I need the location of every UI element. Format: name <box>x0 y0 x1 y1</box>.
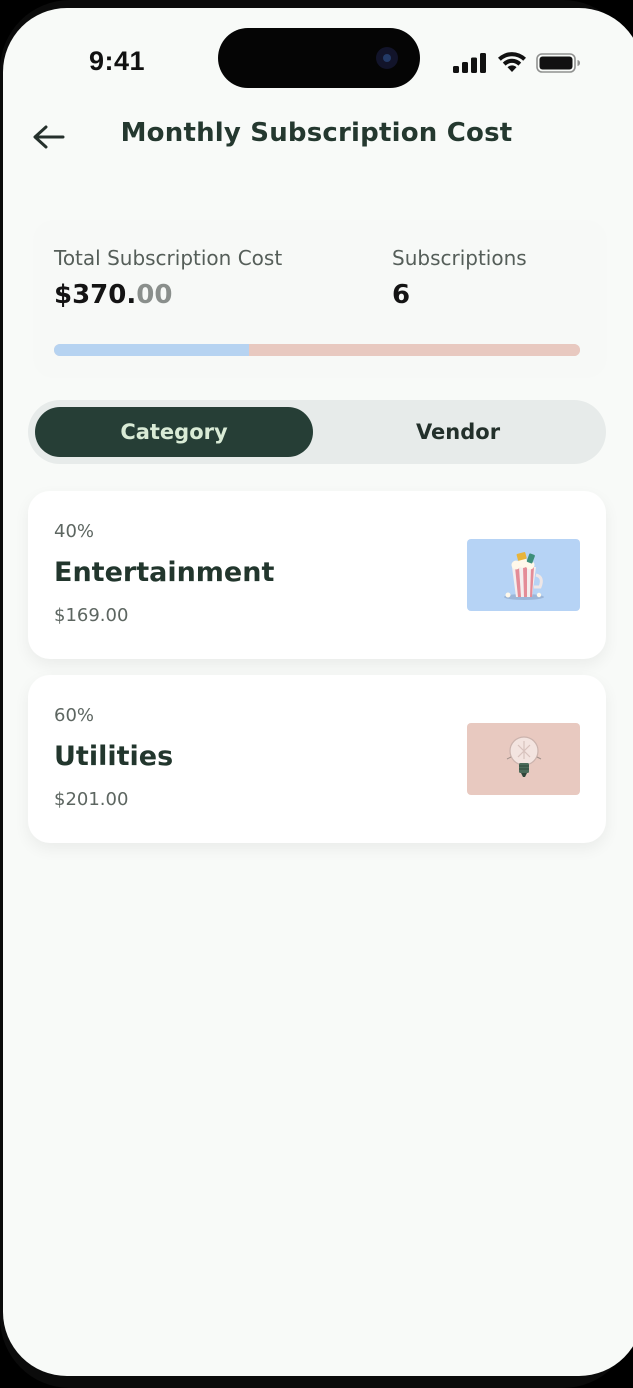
category-card-entertainment[interactable]: 40% Entertainment $169.00 <box>28 491 606 659</box>
cost-split-utilities <box>248 344 580 356</box>
tab-category[interactable]: Category <box>35 407 313 457</box>
category-name: Utilities <box>54 741 174 772</box>
popcorn-icon <box>503 552 544 600</box>
status-bar: 9:41 <box>3 8 633 108</box>
cellular-signal-icon <box>453 53 486 73</box>
subscriptions-label: Subscriptions <box>392 246 527 270</box>
phone-frame: 9:41 Monthly Subscription Cost Total Sub… <box>0 0 633 1388</box>
status-time: 9:41 <box>89 46 146 76</box>
summary-panel: Total Subscription Cost $370.00 Subscrip… <box>33 220 607 378</box>
total-cost-main: $370. <box>54 280 137 310</box>
app-screen: 9:41 Monthly Subscription Cost Total Sub… <box>3 8 633 1376</box>
wifi-icon <box>498 52 526 72</box>
battery-icon <box>536 53 580 73</box>
category-amount: $201.00 <box>54 789 129 810</box>
page-title: Monthly Subscription Cost <box>120 118 513 148</box>
category-amount: $169.00 <box>54 605 129 626</box>
subscriptions-count: 6 <box>392 280 411 310</box>
lightbulb-icon <box>506 736 541 777</box>
category-thumbnail <box>467 723 580 795</box>
category-card-utilities[interactable]: 60% Utilities $201.00 <box>28 675 606 843</box>
cost-split-bar <box>54 344 580 356</box>
category-name: Entertainment <box>54 557 275 588</box>
cost-split-entertainment <box>54 344 249 356</box>
total-cost-cents: 00 <box>136 280 173 310</box>
tab-vendor[interactable]: Vendor <box>318 407 598 457</box>
camera-icon <box>376 47 398 69</box>
category-percent: 60% <box>54 705 95 726</box>
category-thumbnail <box>467 539 580 611</box>
total-cost-label: Total Subscription Cost <box>54 246 283 270</box>
total-cost-value: $370.00 <box>54 280 172 310</box>
page-header: Monthly Subscription Cost <box>3 108 633 178</box>
category-percent: 40% <box>54 521 95 542</box>
dynamic-island <box>218 28 420 88</box>
view-toggle: Category Vendor <box>28 400 606 464</box>
